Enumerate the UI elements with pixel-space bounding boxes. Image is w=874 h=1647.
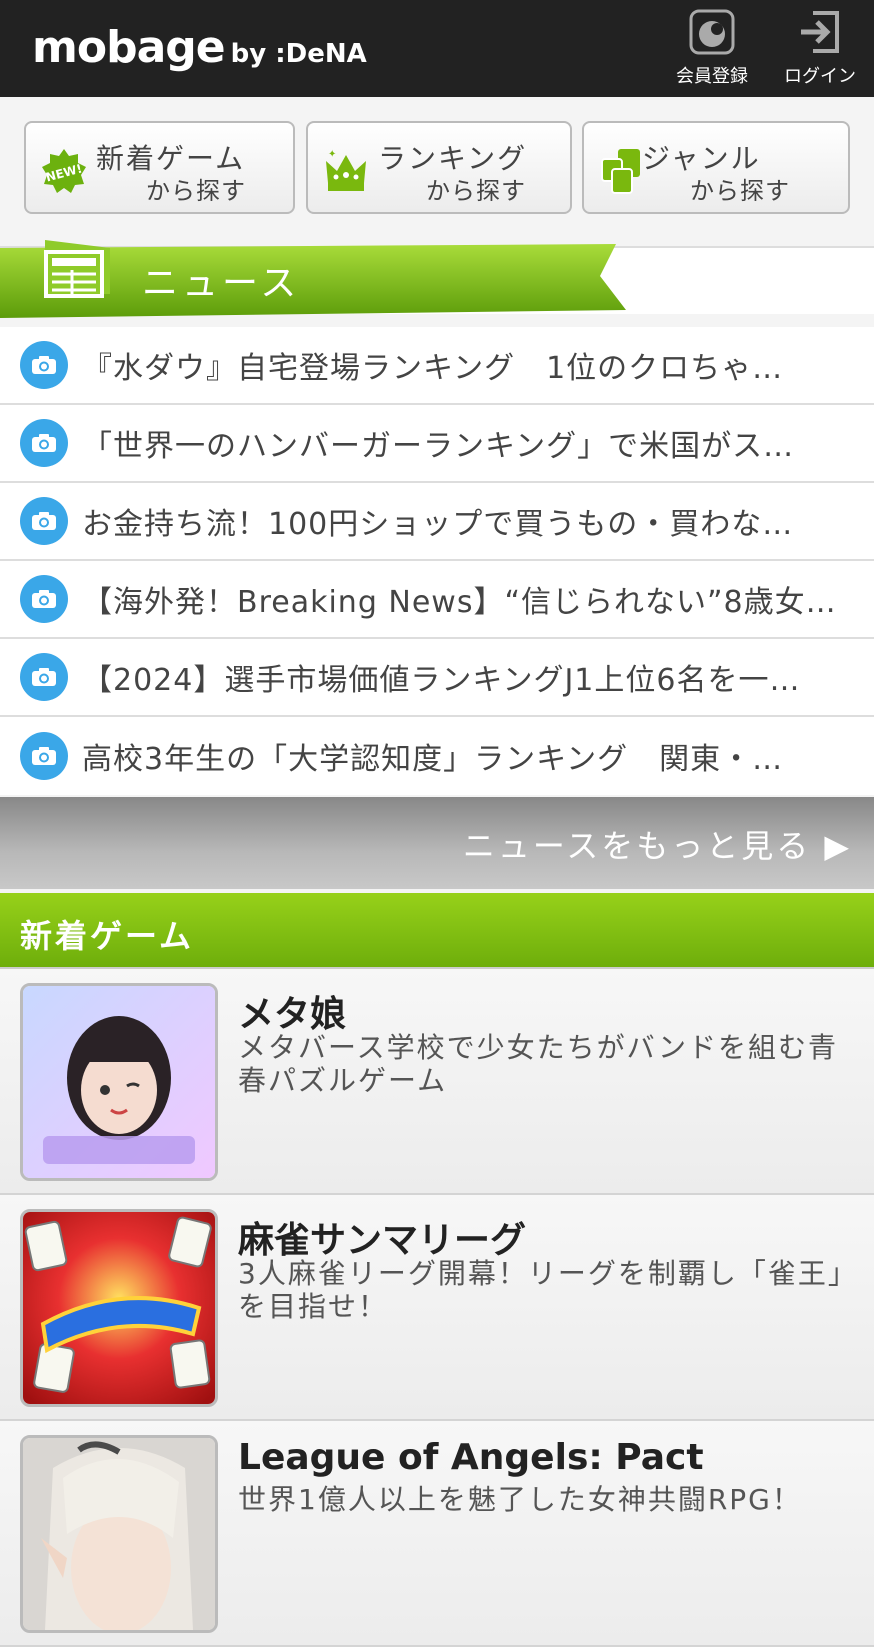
- logo-by: by :DeNA: [230, 39, 367, 69]
- news-list: 『水ダウ』自宅登場ランキング 1位のクロちゃ… 「世界一のハンバーガーランキング…: [0, 327, 874, 795]
- game-list-item[interactable]: メタ娘 メタバース学校で少女たちがバンドを組む青春パズルゲーム: [0, 969, 874, 1195]
- news-section-header: [0, 236, 874, 326]
- category-label-line2: から探す: [690, 177, 790, 205]
- mobage-logo[interactable]: mobage by :DeNA: [32, 22, 367, 73]
- game-name: 麻雀サンマリーグ: [238, 1220, 527, 1261]
- game-name: League of Angels: Pact: [238, 1437, 704, 1478]
- register-button[interactable]: 会員登録: [670, 8, 754, 88]
- news-item[interactable]: 『水ダウ』自宅登場ランキング 1位のクロちゃ…: [0, 327, 874, 405]
- game-description: メタバース学校で少女たちがバンドを組む青春パズルゲーム: [238, 1031, 839, 1097]
- category-label-line2: から探す: [146, 177, 246, 205]
- news-item[interactable]: 「世界一のハンバーガーランキング」で米国がス…: [0, 405, 874, 483]
- news-headline: 「世界一のハンバーガーランキング」で米国がス…: [82, 429, 795, 464]
- crown-icon: ✦: [326, 149, 366, 191]
- camera-icon: [20, 653, 68, 701]
- news-headline: 『水ダウ』自宅登場ランキング 1位のクロちゃ…: [82, 351, 784, 386]
- new-games-header: 新着ゲーム: [0, 893, 874, 969]
- news-title: ニュース: [142, 263, 301, 304]
- more-news-button[interactable]: ニュースをもっと見る ▶: [0, 797, 874, 889]
- category-buttons: NEW! 新着ゲーム から探す ✦ ランキング から探す ジャンル から探す: [24, 121, 850, 214]
- game-thumbnail: [20, 983, 218, 1181]
- category-label-line2: から探す: [426, 177, 526, 205]
- register-label: 会員登録: [676, 66, 748, 87]
- login-icon: [796, 8, 844, 56]
- camera-icon: [20, 575, 68, 623]
- news-item[interactable]: 【海外発！Breaking News】“信じられない”8歳女…: [0, 561, 874, 639]
- game-thumbnail: [20, 1209, 218, 1407]
- new-badge-icon: NEW!: [42, 149, 86, 193]
- top-header: mobage by :DeNA 会員登録 ログイン: [0, 0, 874, 97]
- camera-icon: [20, 497, 68, 545]
- game-name: メタ娘: [238, 994, 347, 1035]
- category-new-games-button[interactable]: NEW! 新着ゲーム から探す: [24, 121, 295, 214]
- news-headline: 【2024】選手市場価値ランキングJ1上位6名を一…: [82, 663, 801, 698]
- category-ranking-button[interactable]: ✦ ランキング から探す: [306, 121, 572, 214]
- camera-icon: [20, 732, 68, 780]
- news-ribbon: [0, 240, 626, 318]
- camera-icon: [20, 341, 68, 389]
- news-headline: 高校3年生の「大学認知度」ランキング 関東・…: [82, 742, 784, 777]
- newspaper-icon: [44, 250, 104, 298]
- news-headline: 【海外発！Breaking News】“信じられない”8歳女…: [82, 585, 837, 620]
- login-label: ログイン: [784, 66, 856, 87]
- svg-text:✦: ✦: [328, 149, 336, 160]
- game-description: 3人麻雀リーグ開幕！リーグを制覇し「雀王」を目指せ！: [238, 1257, 858, 1323]
- login-button[interactable]: ログイン: [778, 8, 862, 88]
- register-icon: [688, 8, 736, 56]
- camera-icon: [20, 419, 68, 467]
- news-item[interactable]: お金持ち流！100円ショップで買うもの・買わな…: [0, 483, 874, 561]
- game-list-item[interactable]: 麻雀サンマリーグ 3人麻雀リーグ開幕！リーグを制覇し「雀王」を目指せ！: [0, 1195, 874, 1421]
- game-thumbnail: [20, 1435, 218, 1633]
- category-genre-button[interactable]: ジャンル から探す: [582, 121, 850, 214]
- genre-cards-icon: [601, 149, 640, 194]
- logo-main: mobage: [32, 22, 226, 73]
- news-headline: お金持ち流！100円ショップで買うもの・買わな…: [82, 507, 794, 542]
- new-games-title: 新着ゲーム: [20, 917, 195, 955]
- game-list-item[interactable]: League of Angels: Pact 世界1億人以上を魅了した女神共闘R…: [0, 1421, 874, 1647]
- game-description: 世界1億人以上を魅了した女神共闘RPG！: [238, 1483, 802, 1516]
- news-item[interactable]: 高校3年生の「大学認知度」ランキング 関東・…: [0, 717, 874, 795]
- news-item[interactable]: 【2024】選手市場価値ランキングJ1上位6名を一…: [0, 639, 874, 717]
- more-news-label: ニュースをもっと見る ▶: [462, 827, 852, 865]
